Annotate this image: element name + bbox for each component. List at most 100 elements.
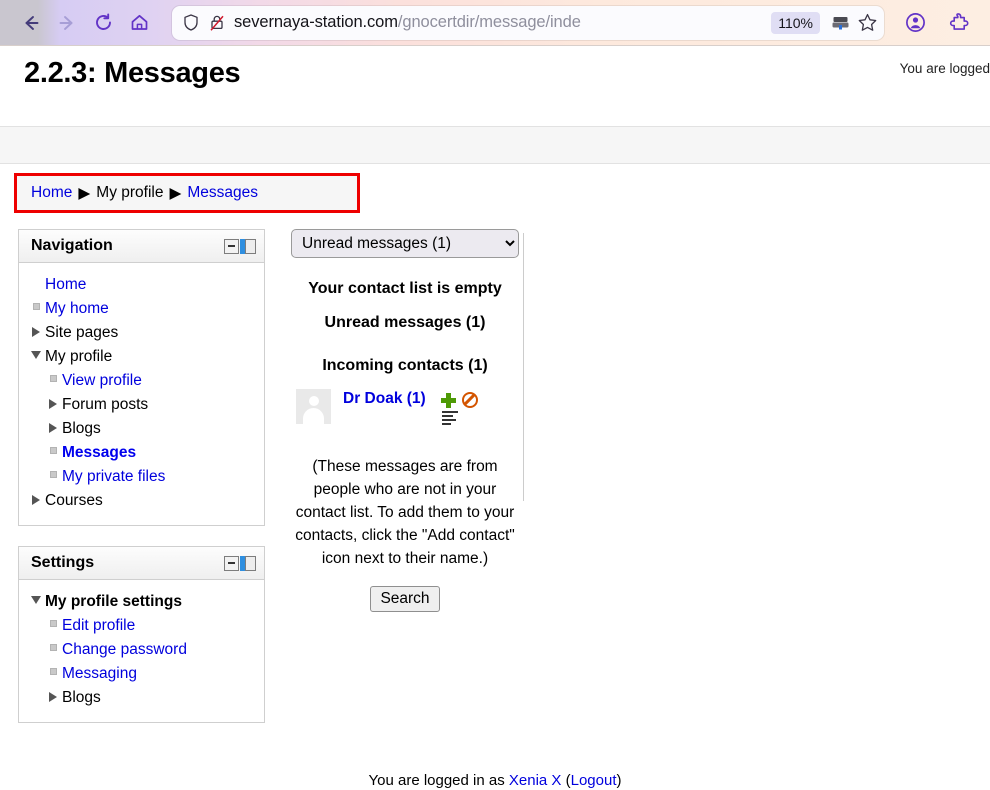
contacts-help-note: (These messages are from people who are … [286, 455, 524, 570]
tree-no-marker [27, 276, 45, 279]
footer-user-link[interactable]: Xenia X [509, 772, 562, 789]
star-bookmark-icon[interactable] [857, 12, 878, 33]
reload-button[interactable] [86, 7, 120, 39]
chevron-right-icon [49, 692, 57, 702]
tree-item-label[interactable]: Home [45, 276, 86, 294]
settings-item-edit-profile[interactable]: Edit profile [44, 614, 256, 638]
contact-action-row [441, 392, 478, 408]
tree-item-label[interactable]: My home [45, 300, 109, 318]
tree-bullet[interactable] [44, 665, 62, 675]
home-button[interactable] [122, 7, 156, 39]
settings-block-title: Settings [31, 554, 94, 572]
tree-bullet-icon [33, 303, 40, 310]
tree-item-label[interactable]: View profile [62, 372, 142, 390]
dock-block-icon[interactable] [240, 239, 256, 254]
reload-icon [93, 12, 114, 33]
address-bar-icons [182, 13, 234, 32]
tree-expand-toggle[interactable] [44, 689, 62, 702]
sidebar-item-view-profile[interactable]: View profile [44, 369, 256, 393]
sidebar-item-my-home[interactable]: My home [27, 297, 256, 321]
settings-item-blogs: Blogs [44, 686, 256, 710]
sidebar-item-forum-posts: Forum posts [44, 393, 256, 417]
breadcrumb-separator: ▶ [169, 184, 181, 203]
footer: You are logged in as Xenia X (Logout) [0, 772, 990, 789]
breadcrumb-home[interactable]: Home [31, 184, 72, 202]
tree-item-label: Blogs [62, 420, 101, 438]
shield-icon[interactable] [182, 13, 200, 32]
breadcrumb-messages[interactable]: Messages [187, 184, 258, 202]
add-contact-plus-icon[interactable] [441, 393, 456, 408]
sidebar-item-home[interactable]: Home [27, 273, 256, 297]
tree-expand-toggle[interactable] [27, 324, 45, 337]
breadcrumb-separator: ▶ [78, 184, 90, 203]
footer-open-paren: ( [561, 772, 570, 789]
breadcrumb-bar-background [0, 126, 990, 164]
contact-actions [441, 392, 478, 427]
back-button[interactable] [14, 7, 48, 39]
tree-bullet[interactable] [44, 444, 62, 454]
extensions-button[interactable] [942, 7, 976, 39]
navigation-block-title: Navigation [31, 237, 113, 255]
collapse-block-icon[interactable] [224, 239, 239, 254]
tree-item-label[interactable]: Messaging [62, 665, 137, 683]
tree-bullet[interactable] [44, 372, 62, 382]
settings-item-messaging[interactable]: Messaging [44, 662, 256, 686]
chevron-right-icon [32, 495, 40, 505]
settings-item-change-password[interactable]: Change password [44, 638, 256, 662]
zoom-level-badge[interactable]: 110% [771, 12, 820, 34]
url-text[interactable]: severnaya-station.com/gnocertdir/message… [234, 13, 765, 32]
navigation-buttons [0, 7, 156, 39]
tree-expand-toggle[interactable] [27, 492, 45, 505]
tree-bullet-icon [50, 644, 57, 651]
dock-block-icon[interactable] [240, 556, 256, 571]
tree-collapse-toggle[interactable] [27, 348, 45, 359]
tree-item-label: Courses [45, 492, 103, 510]
tree-item-label: My profile [45, 348, 112, 366]
footer-logout-link[interactable]: Logout [571, 772, 617, 789]
sidebar-item-messages[interactable]: Messages [44, 441, 256, 465]
tree-expand-toggle[interactable] [44, 396, 62, 409]
navigation-block-body: HomeMy homeSite pagesMy profileView prof… [19, 263, 264, 525]
tree-item-label[interactable]: Change password [62, 641, 187, 659]
breadcrumb: Home ▶ My profile ▶ Messages [14, 173, 360, 213]
settings-tree: My profile settingsEdit profileChange pa… [27, 590, 256, 710]
account-button[interactable] [898, 7, 932, 39]
navigation-block-header: Navigation [19, 230, 264, 263]
chevron-right-icon [49, 423, 57, 433]
crossed-padlock-icon[interactable] [208, 13, 226, 32]
search-button[interactable]: Search [370, 586, 439, 612]
home-icon [129, 12, 150, 33]
message-lines-icon[interactable] [442, 411, 458, 427]
block-contact-icon[interactable] [462, 392, 478, 408]
tree-bullet-icon [50, 375, 57, 382]
chevron-down-icon [31, 351, 41, 359]
address-bar[interactable]: severnaya-station.com/gnocertdir/message… [172, 6, 884, 40]
account-circle-icon [904, 11, 927, 34]
page-title: 2.2.3: Messages [24, 57, 240, 90]
sidebar-item-my-private-files[interactable]: My private files [44, 465, 256, 489]
settings-block-icons [224, 556, 256, 571]
forward-button[interactable] [50, 7, 84, 39]
sidebar-item-courses: Courses [27, 489, 256, 513]
tree-collapse-toggle[interactable] [27, 593, 45, 604]
tree-expand-toggle[interactable] [44, 420, 62, 433]
contact-name-link[interactable]: Dr Doak (1) [343, 389, 435, 408]
collapse-block-icon[interactable] [224, 556, 239, 571]
chevron-right-icon [32, 327, 40, 337]
message-filter-select[interactable]: Unread messages (1) [291, 229, 519, 258]
navigation-tree: HomeMy homeSite pagesMy profileView prof… [27, 273, 256, 513]
tree-bullet-icon [50, 668, 57, 675]
tree-bullet[interactable] [44, 641, 62, 651]
tree-item-label[interactable]: Messages [62, 444, 136, 462]
tree-item-label[interactable]: My private files [62, 468, 165, 486]
page-header: 2.2.3: Messages You are logged [0, 47, 990, 119]
tree-item-label[interactable]: Edit profile [62, 617, 135, 635]
sidebar-item-my-profile: My profile [27, 345, 256, 369]
save-to-pocket-icon[interactable] [830, 12, 851, 33]
browser-toolbar: severnaya-station.com/gnocertdir/message… [0, 0, 990, 46]
tree-bullet[interactable] [44, 617, 62, 627]
contact-row: Dr Doak (1) [286, 389, 524, 427]
tree-bullet[interactable] [27, 300, 45, 310]
navigation-block-icons [224, 239, 256, 254]
tree-bullet[interactable] [44, 468, 62, 478]
